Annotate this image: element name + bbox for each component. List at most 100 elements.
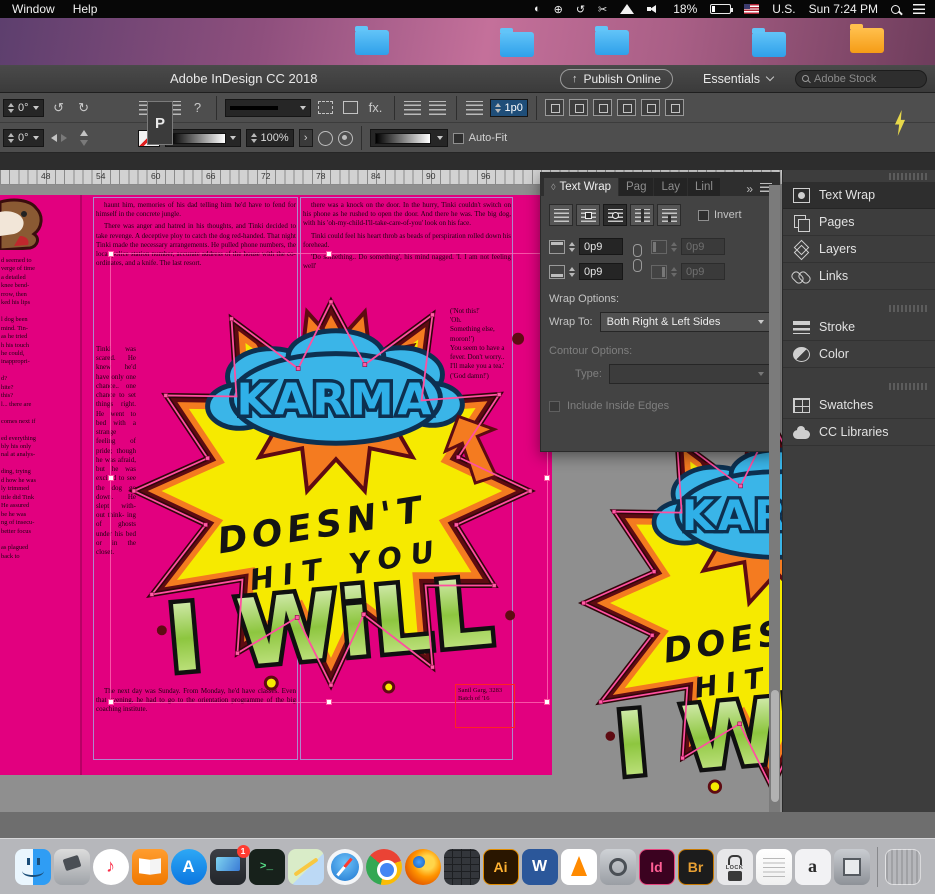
wrap-to-select[interactable]: Both Right & Left Sides	[599, 312, 771, 332]
tab-pages[interactable]: Pag	[619, 178, 654, 196]
panel-grip[interactable]	[889, 383, 927, 390]
help-icon[interactable]: ?	[188, 98, 208, 118]
link-offsets-icon[interactable]	[631, 244, 643, 274]
dock-icon-image-capture[interactable]	[599, 848, 636, 885]
opacity-icon[interactable]	[317, 130, 333, 146]
fit-frame-icon[interactable]	[568, 99, 588, 116]
fit-auto-icon[interactable]	[664, 99, 684, 116]
time-machine-icon[interactable]: ↺	[576, 3, 585, 16]
input-source-flag-icon[interactable]	[744, 4, 760, 14]
column2-top-text[interactable]: there was a knock on the door. In the hu…	[303, 201, 511, 275]
wifi-icon[interactable]	[620, 4, 635, 14]
panel-button-layers[interactable]: Layers	[783, 236, 935, 263]
stepper-icon[interactable]	[569, 241, 575, 252]
fill-frame-icon[interactable]	[616, 99, 636, 116]
karma-artwork[interactable]	[122, 287, 540, 695]
reference-point-proxy[interactable]: P	[147, 101, 173, 145]
tab-text-wrap[interactable]: ◊ Text Wrap	[544, 178, 619, 196]
dock-icon-textedit[interactable]	[755, 848, 792, 885]
dock-icon-chrome[interactable]	[365, 848, 402, 885]
dock-icon-gray-app[interactable]	[833, 848, 870, 885]
scrollbar-thumb[interactable]	[770, 690, 779, 802]
invert-checkbox[interactable]	[698, 209, 709, 221]
stepper-icon[interactable]	[250, 133, 257, 143]
selection-handle[interactable]	[544, 699, 550, 705]
column1-top-text[interactable]: haunt him, memories of his dad telling h…	[96, 201, 296, 272]
flip-vertical-icon[interactable]	[74, 128, 94, 148]
status-icon-4[interactable]: ✂	[598, 3, 607, 16]
dock-icon-app-with-badge[interactable]: 1	[209, 844, 250, 885]
panel-button-text-wrap[interactable]: Text Wrap	[783, 182, 935, 209]
dock-icon-maps[interactable]	[287, 848, 324, 885]
dock-icon-itunes[interactable]: ♪	[92, 848, 129, 885]
dock-icon-app-store[interactable]: A	[170, 848, 207, 885]
flip-horizontal-icon[interactable]	[49, 128, 69, 148]
selection-handle[interactable]	[544, 475, 550, 481]
tab-links[interactable]: Linl	[688, 178, 720, 196]
wrap-bounding-box-button[interactable]	[576, 204, 600, 226]
menu-help[interactable]: Help	[73, 2, 98, 16]
stepper-icon[interactable]	[494, 102, 501, 113]
solid-frame-icon[interactable]	[341, 98, 361, 118]
left-page-cut-column[interactable]: d seemed to verge of time a detailed kne…	[1, 257, 47, 561]
panel-button-pages[interactable]: Pages	[783, 209, 935, 236]
karma-artwork-pasteboard-copy[interactable]	[572, 408, 782, 798]
stepper-icon[interactable]	[8, 102, 14, 113]
notification-center-icon[interactable]	[913, 4, 925, 14]
dock-icon-firefox[interactable]	[404, 848, 441, 885]
battery-icon[interactable]	[710, 4, 734, 14]
dock-icon-word[interactable]: W	[521, 848, 558, 885]
stepper-icon[interactable]	[8, 133, 14, 143]
swatch-gradient-select[interactable]	[369, 129, 448, 147]
autofit-checkbox[interactable]	[452, 132, 464, 144]
wrap-object-shape-button[interactable]	[603, 204, 627, 226]
center-content-icon[interactable]	[640, 99, 660, 116]
status-icon-2[interactable]: ⊕	[554, 3, 563, 16]
wrap-offset-field[interactable]: 1p0	[489, 98, 528, 117]
dock-icon-indesign[interactable]: Id	[638, 848, 675, 885]
rotate-cw-icon[interactable]: ↻	[74, 98, 94, 118]
panel-button-stroke[interactable]: Stroke	[783, 314, 935, 341]
publish-online-button[interactable]: ↑ Publish Online	[560, 68, 673, 89]
panel-grip[interactable]	[889, 305, 927, 312]
stroke-weight-field[interactable]: 100%	[245, 129, 294, 147]
stock-search-input[interactable]	[814, 72, 914, 85]
bottom-offset-field[interactable]: 0p9	[579, 263, 623, 280]
stepper-icon[interactable]	[569, 266, 575, 277]
wrap-offset-icon[interactable]	[465, 98, 485, 118]
document-page[interactable]: d seemed to verge of time a detailed kne…	[0, 195, 552, 775]
desktop-folder-icon[interactable]	[355, 26, 389, 55]
jump-next-column-button[interactable]	[657, 204, 681, 226]
volume-icon[interactable]	[647, 3, 660, 15]
shear-angle-field[interactable]: 0°	[3, 129, 44, 147]
dock-icon-vlc[interactable]	[560, 848, 597, 885]
panel-button-links[interactable]: Links	[783, 263, 935, 290]
desktop-folder-orange-icon[interactable]	[850, 24, 884, 53]
spotlight-icon[interactable]	[891, 4, 900, 14]
desktop-folder-icon[interactable]	[500, 28, 534, 57]
target-icon[interactable]	[337, 130, 353, 146]
fit-content-icon[interactable]	[544, 99, 564, 116]
more-options-button[interactable]: ›	[298, 129, 313, 147]
jump-object-button[interactable]	[630, 204, 654, 226]
rotate-ccw-icon[interactable]: ↺	[49, 98, 69, 118]
dock-icon-finder[interactable]	[14, 848, 51, 885]
paragraph-align-icon[interactable]	[428, 98, 448, 118]
status-icon-1[interactable]: ◐	[534, 3, 541, 15]
paragraph-align-icon[interactable]	[403, 98, 423, 118]
panel-button-swatches[interactable]: Swatches	[783, 392, 935, 419]
menu-clock[interactable]: Sun 7:24 PM	[809, 2, 878, 16]
desktop-folder-icon[interactable]	[595, 26, 629, 55]
rotation-angle-field[interactable]: 0°	[3, 98, 44, 117]
dock-icon-books[interactable]	[131, 848, 168, 885]
dashed-frame-icon[interactable]	[316, 98, 336, 118]
adobe-stock-search[interactable]	[795, 69, 927, 88]
workspace-switcher[interactable]: Essentials	[703, 72, 775, 86]
desktop-folder-icon[interactable]	[752, 28, 786, 57]
input-source-label[interactable]: U.S.	[772, 2, 795, 16]
dock-icon-utility[interactable]	[53, 848, 90, 885]
dock-icon-font-app[interactable]: a	[794, 848, 831, 885]
dock-icon-illustrator[interactable]: Ai	[482, 848, 519, 885]
tab-layers[interactable]: Lay	[654, 178, 688, 196]
panel-expand-icon[interactable]: »	[746, 182, 753, 196]
